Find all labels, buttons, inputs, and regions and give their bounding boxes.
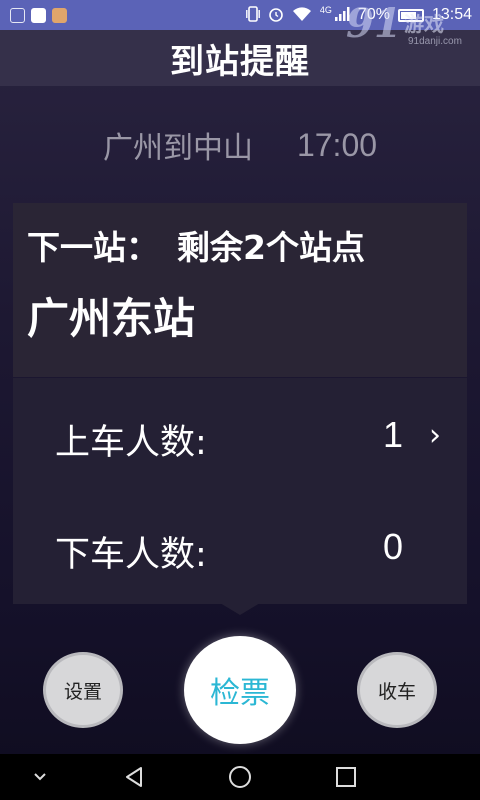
close-shift-button-label: 收车 bbox=[377, 680, 416, 703]
settings-button-label: 设置 bbox=[63, 680, 102, 703]
chevron-right-icon[interactable]: › bbox=[429, 418, 441, 453]
next-station-label: 下一站： bbox=[27, 228, 159, 267]
hide-icon bbox=[34, 773, 46, 781]
ticket-check-button[interactable]: 检票 bbox=[184, 636, 296, 744]
wifi-icon bbox=[292, 6, 312, 25]
boarding-count-value: 1 bbox=[383, 414, 404, 455]
recent-apps-button[interactable] bbox=[324, 754, 368, 800]
boarding-count-label: 上车人数: bbox=[55, 423, 207, 463]
title-bar: 到站提醒 bbox=[0, 30, 480, 86]
network-type: 4G bbox=[319, 5, 332, 15]
route-name: 广州到中山 bbox=[102, 131, 253, 166]
home-button[interactable] bbox=[218, 754, 262, 800]
close-shift-button[interactable]: 收车 bbox=[357, 652, 437, 728]
alighting-count-row: 下车人数: 0 bbox=[13, 516, 467, 580]
settings-button[interactable]: 设置 bbox=[43, 652, 123, 728]
route-info: 广州到中山 17:00 bbox=[0, 118, 480, 172]
signal-icon bbox=[334, 6, 350, 25]
next-station-card: 下一站： 剩余2个站点 广州东站 bbox=[13, 203, 467, 377]
back-icon bbox=[126, 767, 142, 787]
battery-percent: 70% bbox=[357, 6, 390, 23]
alarm-icon bbox=[268, 6, 284, 25]
page-title: 到站提醒 bbox=[170, 41, 310, 82]
gallery-icon bbox=[10, 7, 25, 23]
boarding-count-row[interactable]: 上车人数: 1 › bbox=[13, 404, 467, 468]
wechat-icon bbox=[31, 7, 46, 23]
alighting-count-value: 0 bbox=[383, 526, 404, 567]
hide-nav-button[interactable] bbox=[20, 754, 60, 800]
home-icon bbox=[229, 766, 251, 788]
battery-icon bbox=[397, 8, 424, 22]
vibrate-icon bbox=[246, 5, 260, 25]
panel-pointer bbox=[220, 603, 260, 615]
alighting-count-label: 下车人数: bbox=[55, 535, 207, 575]
navigation-bar bbox=[0, 754, 480, 800]
departure-time: 17:00 bbox=[296, 126, 378, 163]
ticket-check-button-label: 检票 bbox=[210, 676, 270, 711]
back-button[interactable] bbox=[112, 754, 156, 800]
next-station-line: 下一站： 剩余2个站点 bbox=[27, 221, 365, 269]
remaining-stops: 剩余2个站点 bbox=[177, 228, 365, 267]
clock: 13:54 bbox=[431, 6, 472, 23]
status-bar: 4G 70% 13:54 bbox=[0, 0, 480, 30]
app-icon bbox=[52, 7, 67, 23]
recent-apps-icon bbox=[336, 767, 356, 787]
passenger-counts-panel: 上车人数: 1 › 下车人数: 0 bbox=[13, 378, 467, 604]
next-station-name: 广州东站 bbox=[27, 294, 196, 343]
